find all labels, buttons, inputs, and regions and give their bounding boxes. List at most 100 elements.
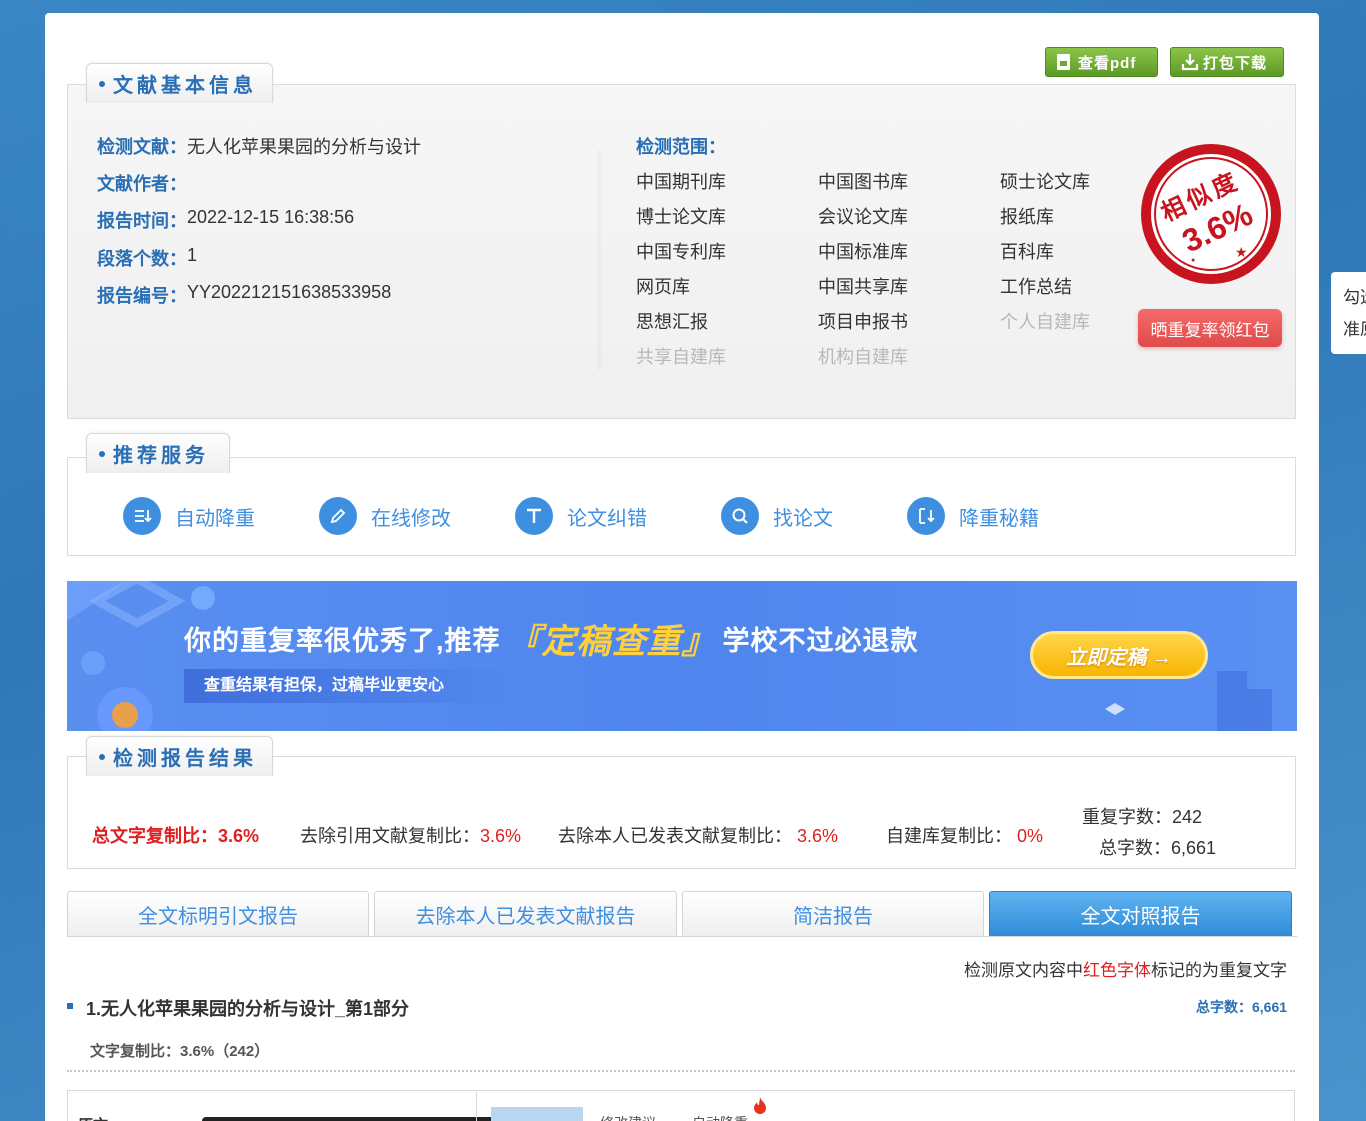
legend-note: 检测原文内容中红色字体标记的为重复文字 bbox=[964, 956, 1287, 981]
pencil-icon bbox=[319, 497, 357, 535]
info-row-author: 文献作者： bbox=[97, 170, 187, 196]
info-row-time: 报告时间： 2022-12-15 16:38:56 bbox=[97, 207, 354, 233]
tab-suggestions[interactable]: 修改建议 bbox=[600, 1113, 656, 1121]
info-value: 1 bbox=[187, 245, 198, 265]
db-item-disabled: 机构自建库 bbox=[818, 347, 908, 367]
db-item: 报纸库 bbox=[1000, 207, 1054, 227]
share-redpacket-button[interactable]: 晒重复率领红包 bbox=[1138, 309, 1282, 347]
promo-banner[interactable]: 你的重复率很优秀了,推荐 『定稿查重』 学校不过必退款 查重结果有担保，过稿毕业… bbox=[67, 581, 1297, 731]
total-words: 总字数：6,661 bbox=[1099, 834, 1216, 860]
stat-value: 3.6% bbox=[218, 826, 260, 846]
service-find-paper[interactable]: 找论文 bbox=[721, 497, 833, 535]
service-proofread[interactable]: 论文纠错 bbox=[515, 497, 647, 535]
fire-icon bbox=[752, 1096, 768, 1121]
stat-label: 重复字数： bbox=[1082, 807, 1172, 827]
info-row-document: 检测文献： 无人化苹果果园的分析与设计 bbox=[97, 133, 421, 159]
part-copy-ratio: 文字复制比：3.6%（242） bbox=[90, 1043, 270, 1060]
excl-citation-ratio: 去除引用文献复制比：3.6% bbox=[300, 822, 521, 848]
reduce-icon bbox=[123, 497, 161, 535]
side-tip-line: 准原 bbox=[1343, 320, 1366, 339]
db-item: 博士论文库 bbox=[636, 207, 726, 227]
stat-value: 3.6% bbox=[797, 826, 839, 846]
db-item-disabled: 个人自建库 bbox=[1000, 312, 1090, 332]
db-item: 中国共享库 bbox=[818, 277, 908, 297]
svg-text:★: ★ bbox=[1235, 244, 1248, 260]
legend-red: 红色字体 bbox=[1083, 961, 1151, 980]
download-label: 打包下载 bbox=[1203, 54, 1268, 72]
compare-tab-active[interactable] bbox=[491, 1107, 583, 1121]
bullet-dot bbox=[99, 753, 105, 760]
self-built-ratio: 自建库复制比： 0% bbox=[886, 822, 1043, 848]
part-total-words: 总字数：6,661 bbox=[1196, 999, 1288, 1015]
tab-brief-report[interactable]: 简洁报告 bbox=[682, 891, 984, 937]
stat-value: 0% bbox=[1017, 826, 1044, 846]
banner-subline: 查重结果有担保，过稿毕业更安心 bbox=[184, 669, 524, 703]
db-item: 中国标准库 bbox=[818, 242, 908, 262]
duplicate-words: 重复字数：242 bbox=[1082, 803, 1202, 829]
services-tab: 推荐服务 bbox=[86, 433, 230, 473]
stat-label: 总文字复制比： bbox=[92, 826, 218, 846]
download-icon bbox=[1181, 53, 1199, 71]
side-tooltip: 勾选 准原 bbox=[1331, 272, 1366, 354]
excl-self-ratio: 去除本人已发表文献复制比： 3.6% bbox=[558, 822, 838, 848]
service-label: 找论文 bbox=[773, 507, 833, 530]
db-item: 网页库 bbox=[636, 277, 690, 297]
service-label: 降重秘籍 bbox=[959, 507, 1039, 530]
info-value: 2022-12-15 16:38:56 bbox=[187, 207, 355, 227]
bullet-dot bbox=[99, 450, 105, 457]
view-pdf-label: 查看pdf bbox=[1078, 54, 1137, 72]
info-key: 报告编号： bbox=[97, 286, 187, 306]
search-icon bbox=[721, 497, 759, 535]
stat-value: 3.6% bbox=[480, 826, 522, 846]
scope-title: 检测范围： bbox=[636, 137, 726, 157]
dotted-divider bbox=[67, 1070, 1295, 1072]
tab-auto-reduce[interactable]: 自动降重 bbox=[692, 1113, 748, 1121]
service-label: 在线修改 bbox=[371, 507, 451, 530]
reduce-icon bbox=[907, 497, 945, 535]
db-item: 中国期刊库 bbox=[636, 172, 726, 192]
banner-headline: 你的重复率很优秀了,推荐 『定稿查重』 学校不过必退款 bbox=[184, 614, 919, 663]
stat-value: 6,661 bbox=[1171, 838, 1217, 858]
headline-highlight: 『定稿查重』 bbox=[506, 623, 717, 661]
stat-label: 总字数： bbox=[1099, 838, 1171, 858]
stat-label: 自建库复制比： bbox=[886, 826, 1012, 846]
tab-excl-self-report[interactable]: 去除本人已发表文献报告 bbox=[374, 891, 677, 937]
legend-post: 标记的为重复文字 bbox=[1151, 961, 1287, 980]
db-item: 硕士论文库 bbox=[1000, 172, 1090, 192]
headline-post: 学校不过必退款 bbox=[722, 626, 919, 656]
db-item: 思想汇报 bbox=[636, 312, 708, 332]
section-title: 检测报告结果 bbox=[113, 748, 257, 770]
service-label: 论文纠错 bbox=[567, 507, 647, 530]
service-auto-reduce[interactable]: 自动降重 bbox=[123, 497, 255, 535]
tab-underline bbox=[67, 936, 1297, 937]
text-t-icon bbox=[515, 497, 553, 535]
db-item: 百科库 bbox=[1000, 242, 1054, 262]
download-button[interactable]: 打包下载 bbox=[1170, 47, 1284, 77]
info-row-paragraphs: 段落个数： 1 bbox=[97, 245, 197, 271]
view-pdf-button[interactable]: 查看pdf bbox=[1045, 47, 1158, 77]
db-item-disabled: 共享自建库 bbox=[636, 347, 726, 367]
info-key: 段落个数： bbox=[97, 249, 187, 269]
db-item: 中国图书库 bbox=[818, 172, 908, 192]
divider bbox=[598, 150, 604, 370]
part-title: 1.无人化苹果果园的分析与设计_第1部分 bbox=[86, 999, 410, 1019]
divider bbox=[476, 1092, 477, 1121]
db-item: 中国专利库 bbox=[636, 242, 726, 262]
service-tips[interactable]: 降重秘籍 bbox=[907, 497, 1039, 535]
finalize-now-button[interactable]: 立即定稿 → bbox=[1030, 631, 1208, 679]
stat-label: 去除本人已发表文献复制比： bbox=[558, 826, 792, 846]
tab-full-compare-report[interactable]: 全文对照报告 bbox=[989, 891, 1292, 937]
original-label: 原文 bbox=[78, 1114, 108, 1121]
tab-citation-report[interactable]: 全文标明引文报告 bbox=[67, 891, 369, 937]
total-copy-ratio: 总文字复制比：3.6% bbox=[92, 822, 259, 848]
db-item: 会议论文库 bbox=[818, 207, 908, 227]
headline-pre: 你的重复率很优秀了,推荐 bbox=[184, 626, 501, 656]
results-tab: 检测报告结果 bbox=[86, 736, 273, 776]
info-value: 无人化苹果果园的分析与设计 bbox=[187, 137, 421, 157]
service-online-edit[interactable]: 在线修改 bbox=[319, 497, 451, 535]
service-label: 自动降重 bbox=[175, 507, 255, 530]
info-key: 报告时间： bbox=[97, 211, 187, 231]
similarity-stamp: 相似度 3.6% ★ ● bbox=[1137, 140, 1285, 288]
stat-value: 242 bbox=[1172, 807, 1203, 827]
side-tip-line: 勾选 bbox=[1343, 288, 1366, 307]
